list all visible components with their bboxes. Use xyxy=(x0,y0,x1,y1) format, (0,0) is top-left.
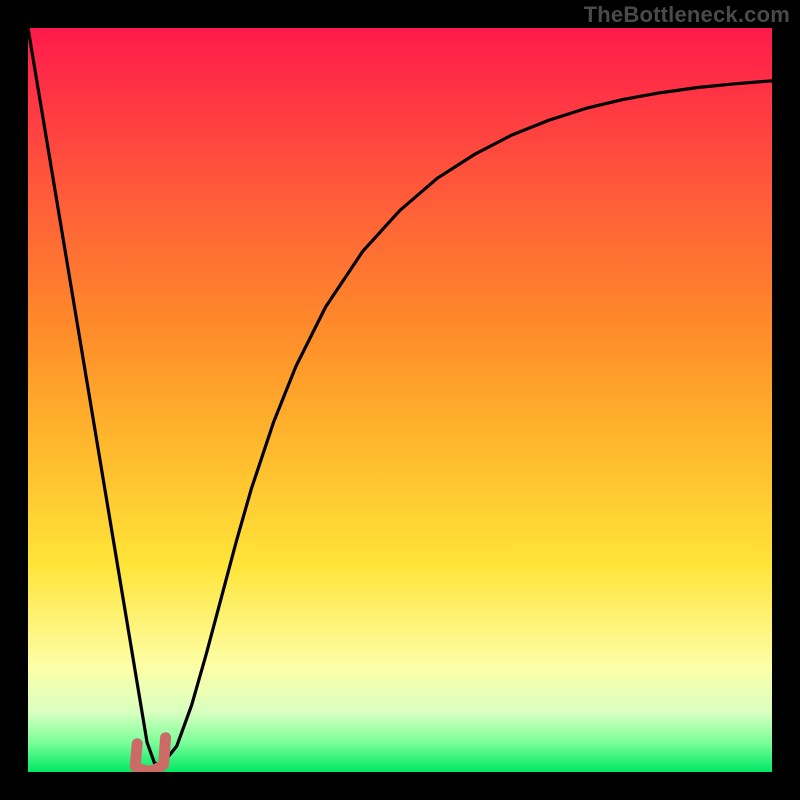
chart-container: TheBottleneck.com xyxy=(0,0,800,800)
bottleneck-chart-svg xyxy=(28,28,772,772)
watermark-text: TheBottleneck.com xyxy=(584,2,790,28)
plot-area xyxy=(28,28,772,772)
gradient-background xyxy=(28,28,772,772)
